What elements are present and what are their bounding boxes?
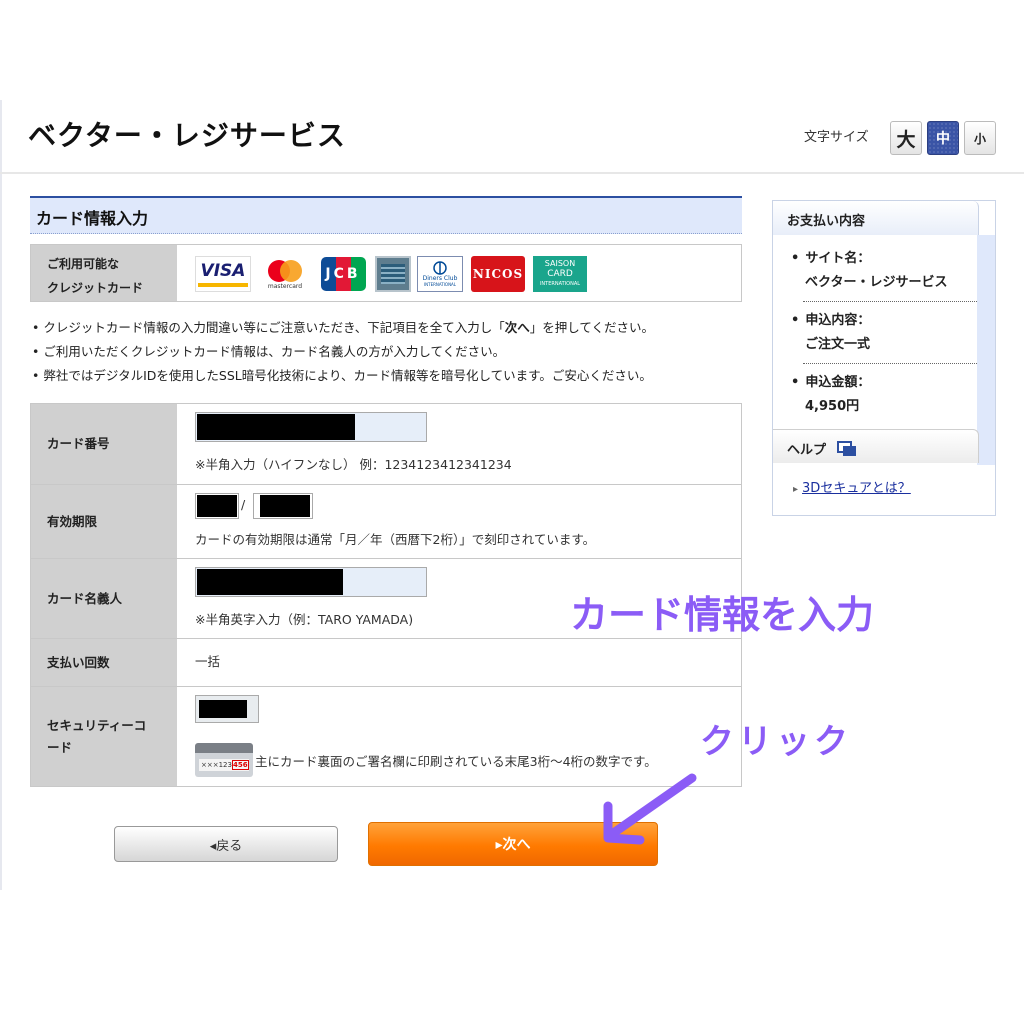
installments-row: 支払い回数 一括 [31, 638, 741, 686]
redacted-value [260, 495, 310, 517]
card-number-hint: ※半角入力（ハイフンなし） 例：1234123412341234 [195, 457, 512, 472]
saison-card-logo: SAISON CARD INTERNATIONAL [533, 256, 587, 292]
note-item: • クレジットカード情報の入力間違い等にご注意いただき、下記項目を全て入力し「次… [32, 320, 655, 335]
help-title: ヘルプ [787, 443, 827, 458]
note1-text: クレジットカード情報の入力間違い等にご注意いただき、下記項目を全て入力し「 [43, 320, 505, 335]
mastercard-logo-text: mastercard [267, 282, 303, 290]
security-code-label-line1: セキュリティーコ [47, 717, 147, 733]
expiry-row: 有効期限 / カードの有効期限は通常「月／年（西暦下2桁）」で刻印されています。 [31, 484, 741, 558]
security-code-label-line2: ード [47, 739, 73, 755]
enter-card-info-annotation: カード情報を入力 [570, 593, 875, 637]
expiry-month-input[interactable] [195, 493, 239, 519]
expiry-year-input[interactable] [253, 493, 313, 519]
mastercard-logo: mastercard [261, 256, 309, 292]
back-button[interactable]: ◂戻る [114, 826, 338, 862]
card-back-icon: ×××123456 [195, 743, 253, 777]
annotation-arrow-icon [603, 773, 697, 845]
expiry-label: 有効期限 [31, 485, 177, 558]
note-item: • ご利用いただくクレジットカード情報は、カード名義人の方が入力してください。 [32, 344, 506, 359]
cardholder-hint: ※半角英字入力（例：TARO YAMADA) [195, 612, 414, 627]
payment-summary-panel: お支払い内容 サイト名： ベクター・レジサービス 申込内容： ご注文一式 申込金… [772, 200, 996, 516]
expiry-hint: カードの有効期限は通常「月／年（西暦下2桁）」で刻印されています。 [195, 532, 596, 547]
accepted-cards-row: ご利用可能な クレジットカード VISA mastercard JCB Dine… [30, 244, 742, 302]
amex-logo [375, 256, 411, 292]
saison-text-2: CARD [547, 269, 573, 279]
saison-text-1: SAISON [544, 259, 576, 268]
summary-divider [803, 363, 977, 364]
note3-text: 弊社ではデジタルIDを使用したSSL暗号化技術により、カード情報等を暗号化してい… [43, 368, 652, 383]
summary-application: 申込内容： ご注文一式 [791, 309, 977, 357]
accepted-cards-label-line1: ご利用可能な [47, 257, 120, 271]
note2-text: ご利用いただくクレジットカード情報は、カード名義人の方が入力してください。 [43, 344, 506, 359]
security-code-input[interactable] [195, 695, 259, 723]
saison-text-3: INTERNATIONAL [539, 281, 581, 287]
card-number-label: カード番号 [31, 404, 177, 484]
card-number-row: カード番号 ※半角入力（ハイフンなし） 例：1234123412341234 [31, 404, 741, 484]
font-size-large-button[interactable]: 大 [890, 121, 922, 155]
cardholder-input[interactable] [195, 567, 427, 597]
card-number-input[interactable] [195, 412, 427, 442]
summary-amount: 申込金額： 4,950円 [791, 371, 977, 419]
page: ベクター・レジサービス 文字サイズ 大 中 小 カード情報入力 ご利用可能な ク… [0, 0, 1024, 1024]
click-annotation: クリック [700, 722, 852, 762]
installments-value: 一括 [195, 654, 221, 669]
diners-club-text: Diners Club [422, 275, 458, 282]
nicos-logo-text: NICOS [472, 267, 524, 281]
accepted-cards-label-line2: クレジットカード [47, 281, 144, 295]
header-divider [0, 172, 1024, 174]
card-back-code: 456 [231, 760, 249, 770]
payment-summary-title: お支払い内容 [773, 201, 979, 235]
visa-logo-text: VISA [200, 261, 246, 281]
amount-label: 申込金額： [791, 375, 870, 390]
note1-text-end: 」を押してください。 [529, 320, 655, 335]
summary-divider [803, 301, 977, 302]
jcb-logo: JCB [319, 256, 367, 292]
note-item: • 弊社ではデジタルIDを使用したSSL暗号化技術により、カード情報等を暗号化し… [32, 368, 652, 383]
diners-club-logo: Diners Club INTERNATIONAL [417, 256, 463, 292]
redacted-value [197, 495, 237, 517]
font-size-medium-button[interactable]: 中 [927, 121, 959, 155]
diners-club-subtext: INTERNATIONAL [423, 282, 457, 287]
accepted-cards-label: ご利用可能な クレジットカード [31, 245, 177, 301]
expiry-separator: / [241, 497, 246, 512]
note1-next-emphasis: 次へ [504, 320, 530, 335]
help-header: ヘルプ [773, 429, 979, 463]
security-code-label: セキュリティーコ ード [31, 687, 177, 786]
left-edge-line [0, 100, 2, 890]
site-name-value: ベクター・レジサービス [805, 275, 948, 290]
site-title: ベクター・レジサービス [28, 119, 346, 152]
site-name-label: サイト名： [791, 251, 870, 266]
summary-site-name: サイト名： ベクター・レジサービス [791, 247, 977, 295]
font-size-small-button[interactable]: 小 [964, 121, 996, 155]
mastercard-circles-icon [268, 259, 302, 282]
card-logos: VISA mastercard JCB Diners Club INTERNAT… [177, 245, 741, 301]
application-value: ご注文一式 [805, 337, 871, 352]
card-info-heading: カード情報入力 [30, 196, 742, 234]
cardholder-label: カード名義人 [31, 559, 177, 638]
jcb-logo-text: JCB [325, 266, 361, 282]
security-code-hint: 主にカード裏面のご署名欄に印刷されている末尾3桁〜4桁の数字です。 [255, 754, 657, 769]
redacted-value [197, 569, 343, 595]
font-size-label: 文字サイズ [804, 130, 869, 145]
redacted-value [197, 414, 355, 440]
window-icon [836, 441, 856, 456]
application-label: 申込内容： [791, 313, 870, 328]
visa-logo: VISA [195, 256, 251, 292]
card-back-digits: ×××123 [201, 761, 232, 769]
installments-label: 支払い回数 [31, 639, 177, 686]
redacted-value [199, 700, 247, 718]
panel-strip [977, 235, 995, 465]
nicos-logo: NICOS [471, 256, 525, 292]
notes-list: • クレジットカード情報の入力間違い等にご注意いただき、下記項目を全て入力し「次… [32, 316, 654, 388]
diners-club-icon [433, 261, 447, 275]
3d-secure-help-link[interactable]: 3Dセキュアとは？ [793, 477, 911, 496]
amount-value: 4,950円 [805, 399, 860, 414]
